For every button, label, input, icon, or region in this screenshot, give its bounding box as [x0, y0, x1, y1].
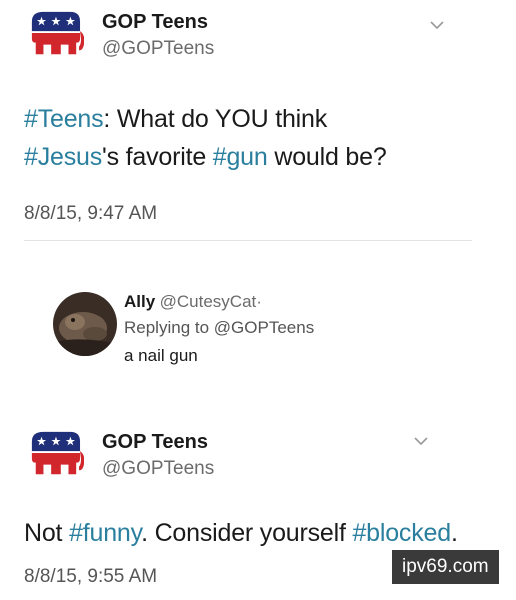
tweet-1-text-part: : What do YOU think	[103, 105, 328, 133]
tweet-1-timestamp[interactable]: 8/8/15, 9:47 AM	[24, 203, 157, 225]
reply-text: a nail gun	[124, 346, 198, 365]
hashtag-funny[interactable]: #funny	[69, 519, 141, 547]
replying-to-link[interactable]: @GOPTeens	[214, 318, 314, 337]
reply-avatar[interactable]	[53, 292, 117, 356]
divider	[24, 240, 472, 241]
reply-handle[interactable]: @CutesyCat	[160, 292, 257, 311]
tweet-2-display-name[interactable]: GOP Teens	[102, 431, 208, 454]
tweet-1-text-part: would be?	[267, 143, 387, 171]
hashtag-blocked[interactable]: #blocked	[352, 519, 451, 547]
tweet-1-text-part: 's favorite	[102, 143, 213, 171]
hashtag-gun[interactable]: #gun	[213, 143, 268, 171]
tweet-2-text-part: Not	[24, 519, 70, 547]
tweet-1-header	[26, 8, 84, 65]
watermark: ipv69.com	[392, 550, 499, 584]
tweet-1-display-name[interactable]: GOP Teens	[102, 11, 208, 34]
tweet-2-text-part: .	[450, 519, 458, 547]
gop-elephant-icon[interactable]	[26, 428, 84, 480]
tweet-2-text: Not #funny. Consider yourself #blocked.	[24, 514, 514, 552]
tweet-2-timestamp[interactable]: 8/8/15, 9:55 AM	[24, 566, 157, 588]
gop-elephant-icon[interactable]	[26, 8, 84, 60]
hashtag-jesus[interactable]: #Jesus	[24, 143, 102, 171]
hashtag-teens[interactable]: #Teens	[24, 105, 104, 133]
chevron-down-icon[interactable]	[414, 436, 428, 446]
reply-display-name[interactable]: Ally	[124, 292, 155, 311]
tweet-1-text: #Teens: What do YOU think #Jesus's favor…	[24, 100, 504, 176]
cat-photo-icon	[53, 292, 117, 356]
replying-to-prefix: Replying to	[124, 318, 214, 337]
replying-to-line: Replying to @GOPTeens	[124, 318, 314, 338]
tweet-1-handle[interactable]: @GOPTeens	[102, 38, 214, 60]
reply-header: Ally @CutesyCat·	[124, 292, 262, 312]
chevron-down-icon[interactable]	[430, 20, 444, 30]
reply-separator: ·	[256, 292, 262, 311]
tweet-2-handle[interactable]: @GOPTeens	[102, 458, 214, 480]
tweet-2-header	[26, 428, 84, 485]
tweet-2-text-part: . Consider yourself	[141, 519, 353, 547]
